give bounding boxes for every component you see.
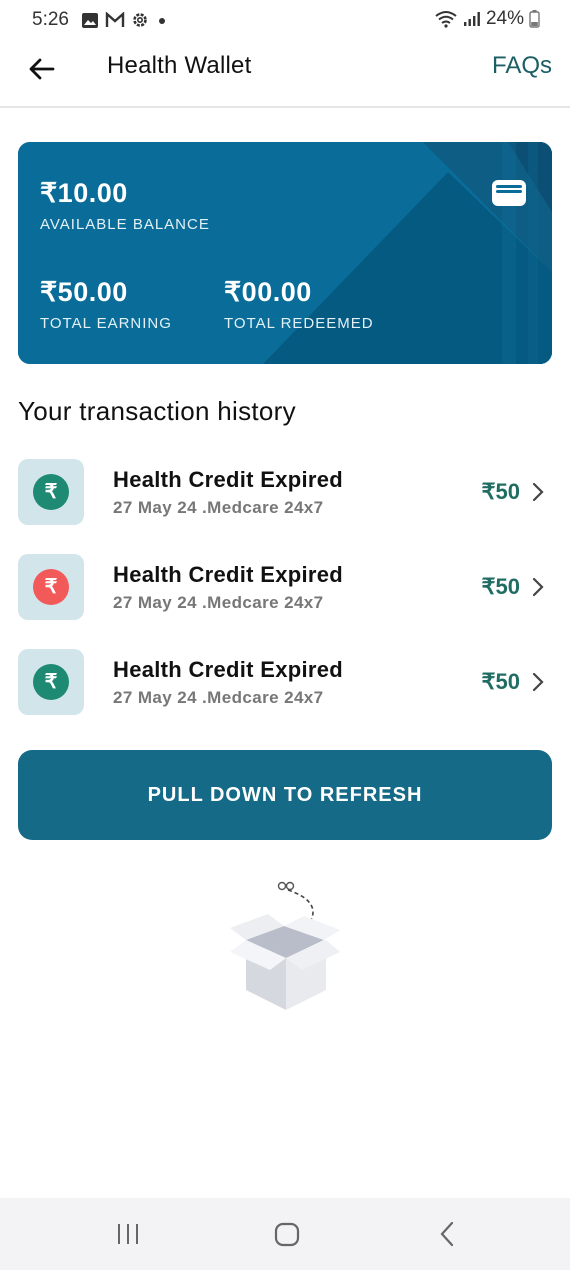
app-bar: Health Wallet FAQs <box>0 40 570 108</box>
transaction-amount: ₹50 <box>481 574 520 599</box>
transaction-title: Health Credit Expired <box>113 467 344 492</box>
home-icon[interactable] <box>273 1220 301 1248</box>
page-title: Health Wallet <box>107 52 252 79</box>
total-redeemed-label: TOTAL REDEEMED <box>224 315 374 332</box>
total-earning-label: TOTAL EARNING <box>40 315 172 332</box>
available-balance-value: ₹10.00 <box>40 178 128 208</box>
total-redeemed-value: ₹00.00 <box>224 277 312 307</box>
status-time: 5:26 <box>32 9 69 30</box>
wifi-icon <box>435 11 457 28</box>
rupee-coin-icon: ₹ <box>33 664 69 700</box>
empty-box-icon <box>230 881 340 1010</box>
recent-apps-icon[interactable] <box>116 1220 140 1248</box>
transaction-subtitle: 27 May 24 .Medcare 24x7 <box>113 498 324 517</box>
chevron-right-icon <box>532 577 544 597</box>
battery-icon <box>529 10 540 28</box>
transaction-subtitle: 27 May 24 .Medcare 24x7 <box>113 688 324 707</box>
transaction-amount: ₹50 <box>481 479 520 504</box>
transaction-subtitle: 27 May 24 .Medcare 24x7 <box>113 593 324 612</box>
back-icon[interactable] <box>436 1220 458 1248</box>
wallet-balance-card: ₹10.00 AVAILABLE BALANCE ₹50.00 TOTAL EA… <box>18 142 552 364</box>
transaction-history-title: Your transaction history <box>18 396 296 426</box>
pull-to-refresh-button[interactable]: PULL DOWN TO REFRESH <box>18 750 552 840</box>
system-nav-bar <box>0 1198 570 1270</box>
battery-percent: 24% <box>485 8 524 29</box>
available-balance-label: AVAILABLE BALANCE <box>40 216 210 233</box>
transaction-title: Health Credit Expired <box>113 657 344 682</box>
transaction-item[interactable]: ₹ Health Credit Expired 27 May 24 .Medca… <box>18 649 552 715</box>
transaction-amount: ₹50 <box>481 669 520 694</box>
signal-icon <box>463 12 480 26</box>
status-bar: 5:26 24% <box>0 0 570 40</box>
transaction-icon-tile: ₹ <box>18 554 84 620</box>
faqs-link[interactable]: FAQs <box>492 52 552 80</box>
rupee-coin-icon: ₹ <box>33 474 69 510</box>
transaction-icon-tile: ₹ <box>18 649 84 715</box>
total-earning-value: ₹50.00 <box>40 277 128 307</box>
transaction-item[interactable]: ₹ Health Credit Expired 27 May 24 .Medca… <box>18 459 552 525</box>
arrow-left-icon[interactable] <box>26 53 58 85</box>
settings-icon <box>133 13 147 27</box>
status-notification-icons <box>81 11 169 29</box>
chevron-right-icon <box>532 672 544 692</box>
dot-icon <box>159 18 165 24</box>
chevron-right-icon <box>532 482 544 502</box>
wallet-icon <box>492 180 526 206</box>
transaction-item[interactable]: ₹ Health Credit Expired 27 May 24 .Medca… <box>18 554 552 620</box>
transaction-title: Health Credit Expired <box>113 562 344 587</box>
rupee-coin-icon: ₹ <box>33 569 69 605</box>
transaction-icon-tile: ₹ <box>18 459 84 525</box>
gmail-icon <box>105 12 125 27</box>
image-icon <box>82 12 98 28</box>
status-system-icons: 24% <box>434 8 540 30</box>
